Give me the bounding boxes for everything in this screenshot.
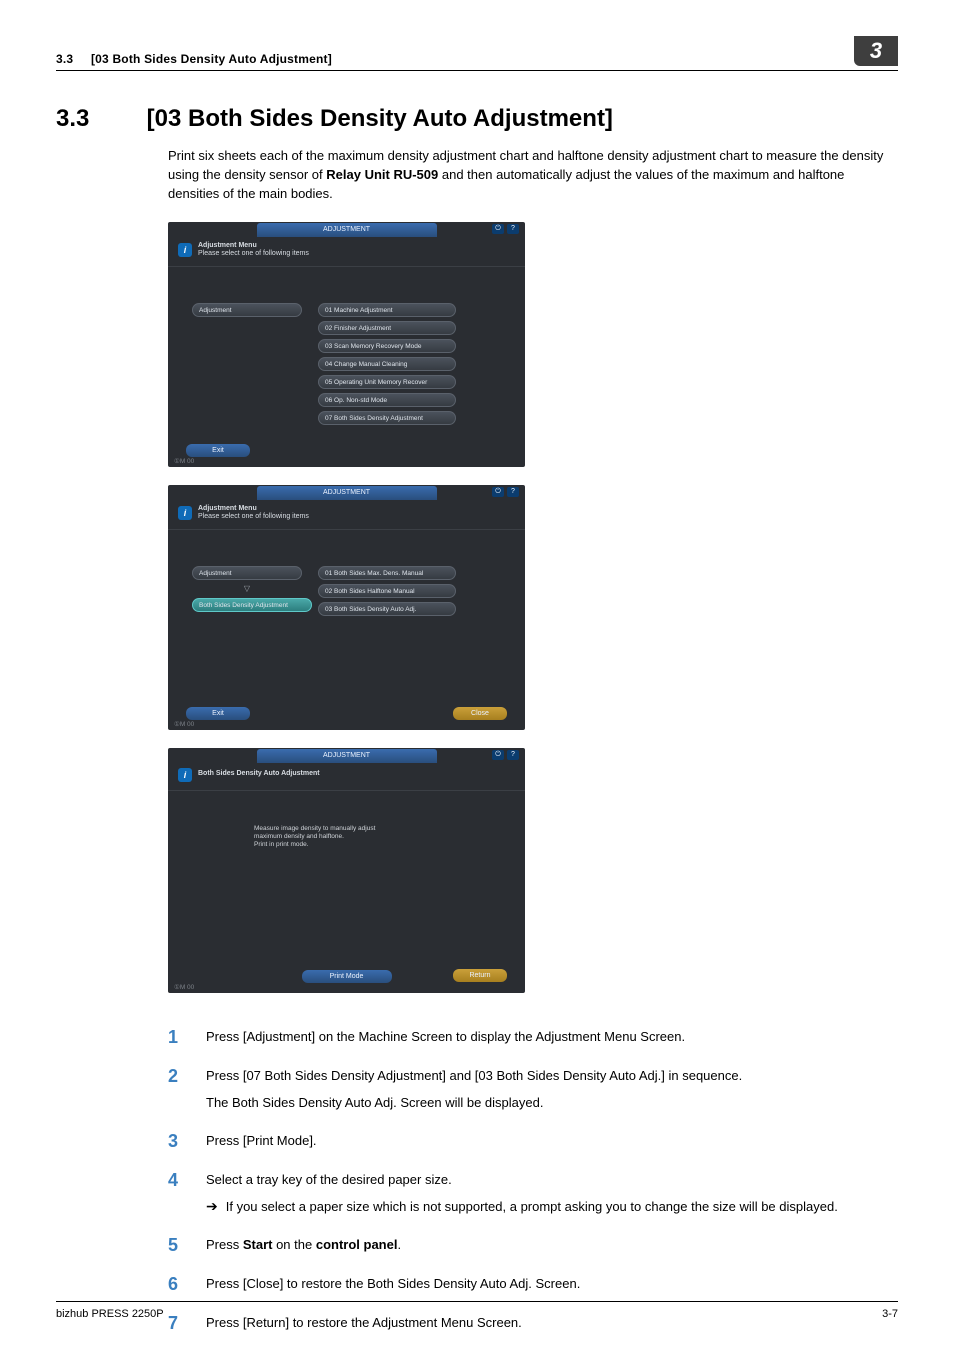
screenshot-adjustment-menu-1: ADJUSTMENT ⏻ ? i Adjustment Menu Please … — [168, 222, 525, 467]
step-body: Select a tray key of the desired paper s… — [206, 1170, 838, 1217]
menu-item[interactable]: 02 Both Sides Halftone Manual — [318, 584, 456, 598]
step-number: 3 — [168, 1131, 190, 1152]
info-icon: i — [178, 506, 192, 520]
screenshot-auto-adjustment: ADJUSTMENT ⏻ ? i Both Sides Density Auto… — [168, 748, 525, 993]
info-title: Adjustment Menu — [198, 505, 309, 513]
exit-button[interactable]: Exit — [186, 444, 250, 457]
panel-tab: ADJUSTMENT — [257, 223, 437, 237]
panel-tab: ADJUSTMENT — [257, 486, 437, 500]
menu-item-adjustment[interactable]: Adjustment — [192, 303, 302, 317]
step-body: Press [Print Mode]. — [206, 1131, 317, 1152]
footer-product: bizhub PRESS 2250P — [56, 1308, 164, 1320]
memory-indicator: ①M 00 — [174, 720, 194, 728]
step-number: 5 — [168, 1235, 190, 1256]
panel-tab: ADJUSTMENT — [257, 749, 437, 763]
return-button[interactable]: Return — [453, 969, 507, 982]
header-right: 3 — [854, 36, 898, 66]
step-number: 4 — [168, 1170, 190, 1217]
step-number: 6 — [168, 1274, 190, 1295]
menu-item-both-sides-density[interactable]: Both Sides Density Adjustment — [192, 598, 312, 612]
step-number: 2 — [168, 1066, 190, 1113]
step-body: Press [07 Both Sides Density Adjustment]… — [206, 1066, 742, 1113]
header-section-no: 3.3 — [56, 52, 73, 66]
menu-item[interactable]: 01 Both Sides Max. Dens. Manual — [318, 566, 456, 580]
chapter-chip: 3 — [854, 36, 898, 66]
header-section-title: [03 Both Sides Density Auto Adjustment] — [91, 52, 332, 66]
info-icon: i — [178, 768, 192, 782]
page-header: 3.3 [03 Both Sides Density Auto Adjustme… — [56, 36, 898, 71]
arrow-icon: ➔ — [206, 1197, 218, 1215]
exit-button[interactable]: Exit — [186, 707, 250, 720]
step: 4 Select a tray key of the desired paper … — [168, 1170, 898, 1217]
menu-item[interactable]: 06 Op. Non-std Mode — [318, 393, 456, 407]
title-number: 3.3 — [56, 105, 140, 133]
step: 6 Press [Close] to restore the Both Sides… — [168, 1274, 898, 1295]
step: 5 Press Start on the control panel. — [168, 1235, 898, 1256]
menu-item[interactable]: 05 Operating Unit Memory Recover — [318, 375, 456, 389]
help-icon[interactable]: ? — [507, 487, 519, 497]
step-number: 1 — [168, 1027, 190, 1048]
power-icon[interactable]: ⏻ — [492, 487, 504, 497]
screenshot-row: ADJUSTMENT ⏻ ? i Adjustment Menu Please … — [168, 222, 898, 730]
chevron-down-icon: ▽ — [242, 584, 252, 592]
menu-item[interactable]: 04 Change Manual Cleaning — [318, 357, 456, 371]
page-footer: bizhub PRESS 2250P 3-7 — [56, 1301, 898, 1320]
memory-indicator: ①M 00 — [174, 983, 194, 991]
step-note: If you select a paper size which is not … — [226, 1197, 838, 1217]
instruction-message: Measure image density to manually adjust… — [254, 823, 454, 853]
power-icon[interactable]: ⏻ — [492, 750, 504, 760]
power-icon[interactable]: ⏻ — [492, 224, 504, 234]
header-left: 3.3 [03 Both Sides Density Auto Adjustme… — [56, 52, 332, 66]
step: 2 Press [07 Both Sides Density Adjustment… — [168, 1066, 898, 1113]
menu-item[interactable]: 03 Scan Memory Recovery Mode — [318, 339, 456, 353]
help-icon[interactable]: ? — [507, 750, 519, 760]
step-body: Press Start on the control panel. — [206, 1235, 401, 1256]
title-text: [03 Both Sides Density Auto Adjustment] — [147, 105, 613, 132]
intro-paragraph: Print six sheets each of the maximum den… — [168, 147, 898, 204]
menu-item[interactable]: 03 Both Sides Density Auto Adj. — [318, 602, 456, 616]
print-mode-button[interactable]: Print Mode — [302, 970, 392, 983]
help-icon[interactable]: ? — [507, 224, 519, 234]
info-title: Both Sides Density Auto Adjustment — [198, 770, 320, 778]
step-body: Press [Close] to restore the Both Sides … — [206, 1274, 580, 1295]
step: 1 Press [Adjustment] on the Machine Scree… — [168, 1027, 898, 1048]
menu-item-adjustment[interactable]: Adjustment — [192, 566, 302, 580]
screenshot-adjustment-menu-2: ADJUSTMENT ⏻ ? i Adjustment Menu Please … — [168, 485, 525, 730]
info-sub: Please select one of following items — [198, 513, 309, 521]
page-title: 3.3 [03 Both Sides Density Auto Adjustme… — [56, 105, 898, 133]
info-sub: Please select one of following items — [198, 250, 309, 258]
procedure-steps: 1 Press [Adjustment] on the Machine Scree… — [168, 1027, 898, 1334]
menu-item[interactable]: 02 Finisher Adjustment — [318, 321, 456, 335]
footer-page-number: 3-7 — [882, 1308, 898, 1320]
step-body: Press [Adjustment] on the Machine Screen… — [206, 1027, 685, 1048]
memory-indicator: ①M 00 — [174, 457, 194, 465]
info-icon: i — [178, 243, 192, 257]
close-button[interactable]: Close — [453, 707, 507, 720]
info-title: Adjustment Menu — [198, 242, 309, 250]
step: 3 Press [Print Mode]. — [168, 1131, 898, 1152]
menu-item[interactable]: 07 Both Sides Density Adjustment — [318, 411, 456, 425]
menu-item[interactable]: 01 Machine Adjustment — [318, 303, 456, 317]
